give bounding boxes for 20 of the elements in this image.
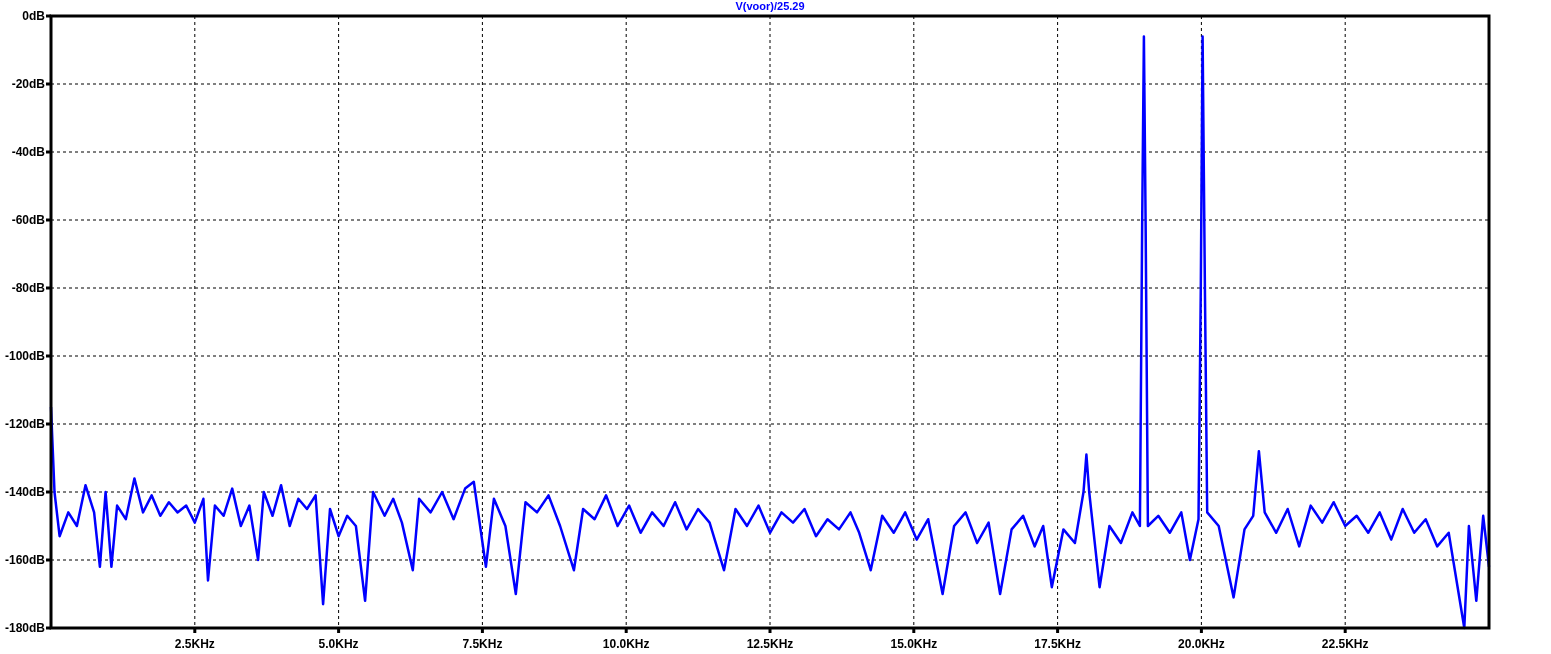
x-axis-label: 7.5KHz xyxy=(462,637,503,651)
x-axis-label: 17.5KHz xyxy=(1034,637,1081,651)
trace-label[interactable]: V(voor)/25.29 xyxy=(735,0,805,12)
y-axis-label: 0dB xyxy=(22,9,45,23)
x-axis-label: 10.0KHz xyxy=(602,637,650,651)
x-axis-label: 15.0KHz xyxy=(890,637,938,651)
y-axis-label: -120dB xyxy=(5,417,45,431)
y-axis-label: -160dB xyxy=(5,553,45,567)
x-axis-label: 12.5KHz xyxy=(746,637,794,651)
y-axis-label: -100dB xyxy=(5,349,45,363)
y-axis-label: -180dB xyxy=(5,621,45,635)
y-axis-label: -140dB xyxy=(5,485,45,499)
y-axis-label: -20dB xyxy=(11,77,45,91)
x-axis-label: 5.0KHz xyxy=(318,637,359,651)
x-axis-label: 2.5KHz xyxy=(174,637,215,651)
x-axis-label: 20.0KHz xyxy=(1178,637,1225,651)
y-axis-label: -40dB xyxy=(11,145,45,159)
y-axis-label: -60dB xyxy=(11,213,45,227)
x-axis-label: 22.5KHz xyxy=(1321,637,1369,651)
y-axis-label: -80dB xyxy=(11,281,45,295)
